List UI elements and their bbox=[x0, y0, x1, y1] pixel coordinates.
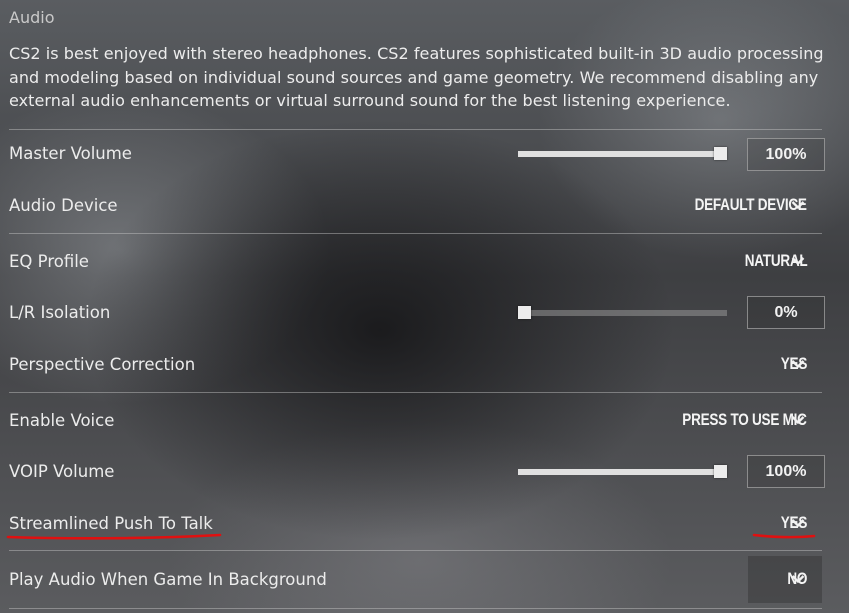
voip-volume-label: VOIP Volume bbox=[9, 462, 115, 481]
slider-fill bbox=[518, 469, 727, 475]
slider-handle[interactable] bbox=[714, 465, 727, 478]
enable-voice-dropdown[interactable]: PRESS TO USE MIC bbox=[683, 411, 808, 430]
chevron-down-icon[interactable] bbox=[791, 415, 805, 425]
play-audio-background-label: Play Audio When Game In Background bbox=[9, 570, 327, 589]
voip-volume-value[interactable]: 100% bbox=[747, 455, 825, 488]
master-volume-value[interactable]: 100% bbox=[747, 138, 825, 171]
chevron-down-icon[interactable] bbox=[791, 359, 805, 369]
perspective-correction-label: Perspective Correction bbox=[9, 355, 196, 374]
divider bbox=[9, 392, 822, 393]
lr-isolation-value[interactable]: 0% bbox=[747, 296, 825, 329]
lr-isolation-slider[interactable] bbox=[518, 306, 727, 319]
chevron-down-icon[interactable] bbox=[791, 518, 805, 528]
divider bbox=[9, 233, 822, 234]
eq-profile-label: EQ Profile bbox=[9, 252, 89, 271]
red-annotation-underline bbox=[6, 533, 222, 540]
enable-voice-label: Enable Voice bbox=[9, 411, 115, 430]
master-volume-label: Master Volume bbox=[9, 144, 132, 163]
divider bbox=[9, 129, 822, 130]
divider bbox=[9, 550, 822, 551]
chevron-down-icon[interactable] bbox=[791, 574, 805, 584]
audio-device-label: Audio Device bbox=[9, 196, 118, 215]
streamlined-ptt-label: Streamlined Push To Talk bbox=[9, 514, 213, 533]
lr-isolation-label: L/R Isolation bbox=[9, 303, 111, 322]
section-title: Audio bbox=[9, 8, 55, 27]
chevron-down-icon[interactable] bbox=[791, 200, 805, 210]
audio-description: CS2 is best enjoyed with stereo headphon… bbox=[9, 44, 824, 110]
red-annotation-underline bbox=[752, 533, 816, 539]
voip-volume-slider[interactable] bbox=[518, 465, 727, 478]
chevron-down-icon[interactable] bbox=[791, 256, 805, 266]
slider-handle[interactable] bbox=[714, 147, 727, 160]
slider-handle[interactable] bbox=[518, 306, 531, 319]
divider bbox=[9, 608, 822, 609]
master-volume-slider[interactable] bbox=[518, 147, 727, 160]
slider-fill bbox=[518, 151, 727, 157]
dropdown-highlight bbox=[748, 556, 822, 603]
